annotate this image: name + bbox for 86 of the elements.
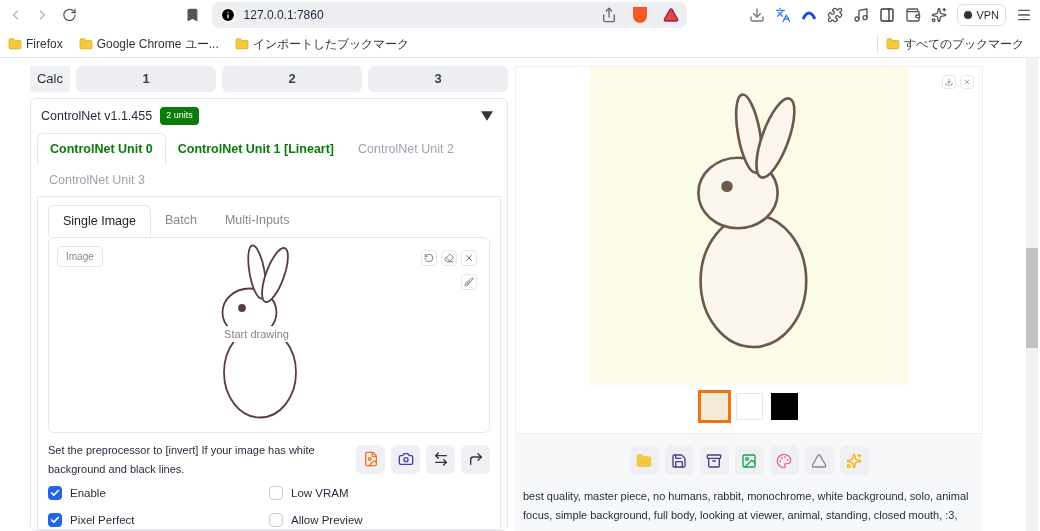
swap-arrows-icon	[432, 451, 449, 467]
menu-icon[interactable]	[1016, 7, 1032, 23]
check-icon	[50, 488, 60, 499]
ruler-triangle-button[interactable]	[804, 446, 834, 475]
image-label: Image	[57, 245, 103, 267]
sidebar-icon[interactable]	[879, 7, 896, 23]
unit-tab[interactable]: ControlNet Unit 0	[37, 133, 166, 165]
close-button[interactable]	[960, 75, 974, 89]
collapse-triangle-icon[interactable]	[481, 109, 493, 122]
folder-icon	[78, 36, 93, 51]
info-icon	[219, 7, 236, 23]
undo-button[interactable]	[421, 249, 437, 266]
eraser-icon	[444, 252, 454, 263]
panel-title: ControlNet v1.1.455	[41, 107, 153, 125]
option-checkbox[interactable]: Enable	[48, 484, 269, 502]
url-text: 127.0.0.1:7860	[243, 7, 325, 24]
palette-icon	[776, 452, 792, 469]
undo-icon	[424, 252, 434, 263]
input-tab[interactable]: Multi-Inputs	[210, 204, 304, 237]
download-icon[interactable]	[749, 7, 766, 23]
folder-icon	[886, 36, 900, 51]
hint-text: Set the preprocessor to [invert] If your image has white background and black lines.	[48, 442, 316, 477]
sparkle-icon	[846, 452, 862, 469]
bookmark-folder[interactable]: Firefox	[8, 34, 63, 53]
bookmark-folder[interactable]: Google Chrome ユー...	[78, 34, 219, 53]
canvas-placeholder: Start drawing	[224, 325, 289, 342]
picture-button[interactable]	[734, 446, 764, 475]
option-checkbox[interactable]: Allow Preview	[269, 511, 490, 529]
thumbnail[interactable]	[700, 393, 728, 420]
palette-button[interactable]	[769, 446, 799, 475]
archive-icon	[706, 452, 722, 469]
prompt-text: best quality, master piece, no humans, rabbit, monochrome, white background, solo, animal focus, simple background, full body, looking at viewer, animal, standing, closed mouth, :3,	[523, 489, 970, 523]
camera-button[interactable]	[391, 444, 420, 474]
close-button[interactable]	[461, 249, 477, 266]
checkbox[interactable]	[48, 486, 62, 501]
folder-icon	[234, 36, 249, 51]
folder-icon	[8, 36, 22, 51]
eraser-button[interactable]	[441, 249, 457, 266]
sparkle-icon[interactable]	[931, 7, 948, 23]
bookmark-folder[interactable]: インポートしたブックマーク	[234, 34, 409, 53]
brush-button[interactable]	[461, 273, 477, 290]
curved-arrow-icon	[467, 451, 484, 467]
puzzle-icon[interactable]	[827, 7, 844, 23]
close-icon	[963, 78, 971, 86]
reload-icon[interactable]	[61, 7, 77, 23]
swap-button[interactable]	[426, 444, 455, 474]
thumbnail[interactable]	[735, 393, 763, 420]
vpn-button[interactable]: VPN	[957, 4, 1006, 26]
wallet-icon[interactable]	[905, 7, 922, 23]
number-button[interactable]: 2	[222, 66, 362, 92]
option-checkbox[interactable]: Low VRAM	[269, 484, 490, 502]
unit-tab[interactable]: ControlNet Unit 1 [Lineart]	[165, 133, 347, 165]
edit-image-button[interactable]	[356, 444, 385, 474]
ruler-triangle-icon	[811, 452, 827, 469]
number-button[interactable]: 1	[76, 66, 216, 92]
share-icon[interactable]	[601, 7, 618, 23]
picture-icon	[741, 452, 757, 469]
units-badge: 2 units	[160, 107, 199, 125]
camera-icon	[397, 451, 414, 467]
translate-icon[interactable]	[775, 7, 792, 23]
image-file-icon	[362, 451, 379, 467]
folder-icon	[636, 452, 652, 469]
music-icon[interactable]	[853, 7, 870, 23]
brush-icon	[464, 276, 474, 287]
curve-button[interactable]	[461, 444, 490, 474]
floppy-button[interactable]	[664, 446, 694, 475]
close-icon	[464, 252, 474, 263]
input-tab[interactable]: Single Image	[48, 204, 151, 237]
thumbnail[interactable]	[770, 393, 798, 420]
floppy-icon	[671, 452, 687, 469]
address-bar[interactable]: 127.0.0.1:7860	[211, 2, 688, 28]
archive-button[interactable]	[699, 446, 729, 475]
input-tab[interactable]: Batch	[150, 204, 211, 237]
triangle-icon[interactable]	[663, 7, 680, 23]
shield-icon[interactable]	[633, 7, 648, 23]
calc-label: Calc	[30, 66, 70, 92]
option-checkbox[interactable]: Pixel Perfect	[48, 511, 269, 529]
check-icon	[50, 515, 60, 526]
checkbox[interactable]	[269, 486, 283, 501]
bookmark-folder[interactable]: すべてのブックマーク	[877, 34, 1024, 53]
checkbox[interactable]	[269, 513, 283, 528]
image-canvas[interactable]: Image Start drawing	[48, 236, 490, 433]
bookmark-icon[interactable]	[184, 7, 200, 23]
checkbox[interactable]	[48, 513, 62, 528]
download-icon	[945, 78, 953, 86]
number-button[interactable]: 3	[368, 66, 508, 92]
